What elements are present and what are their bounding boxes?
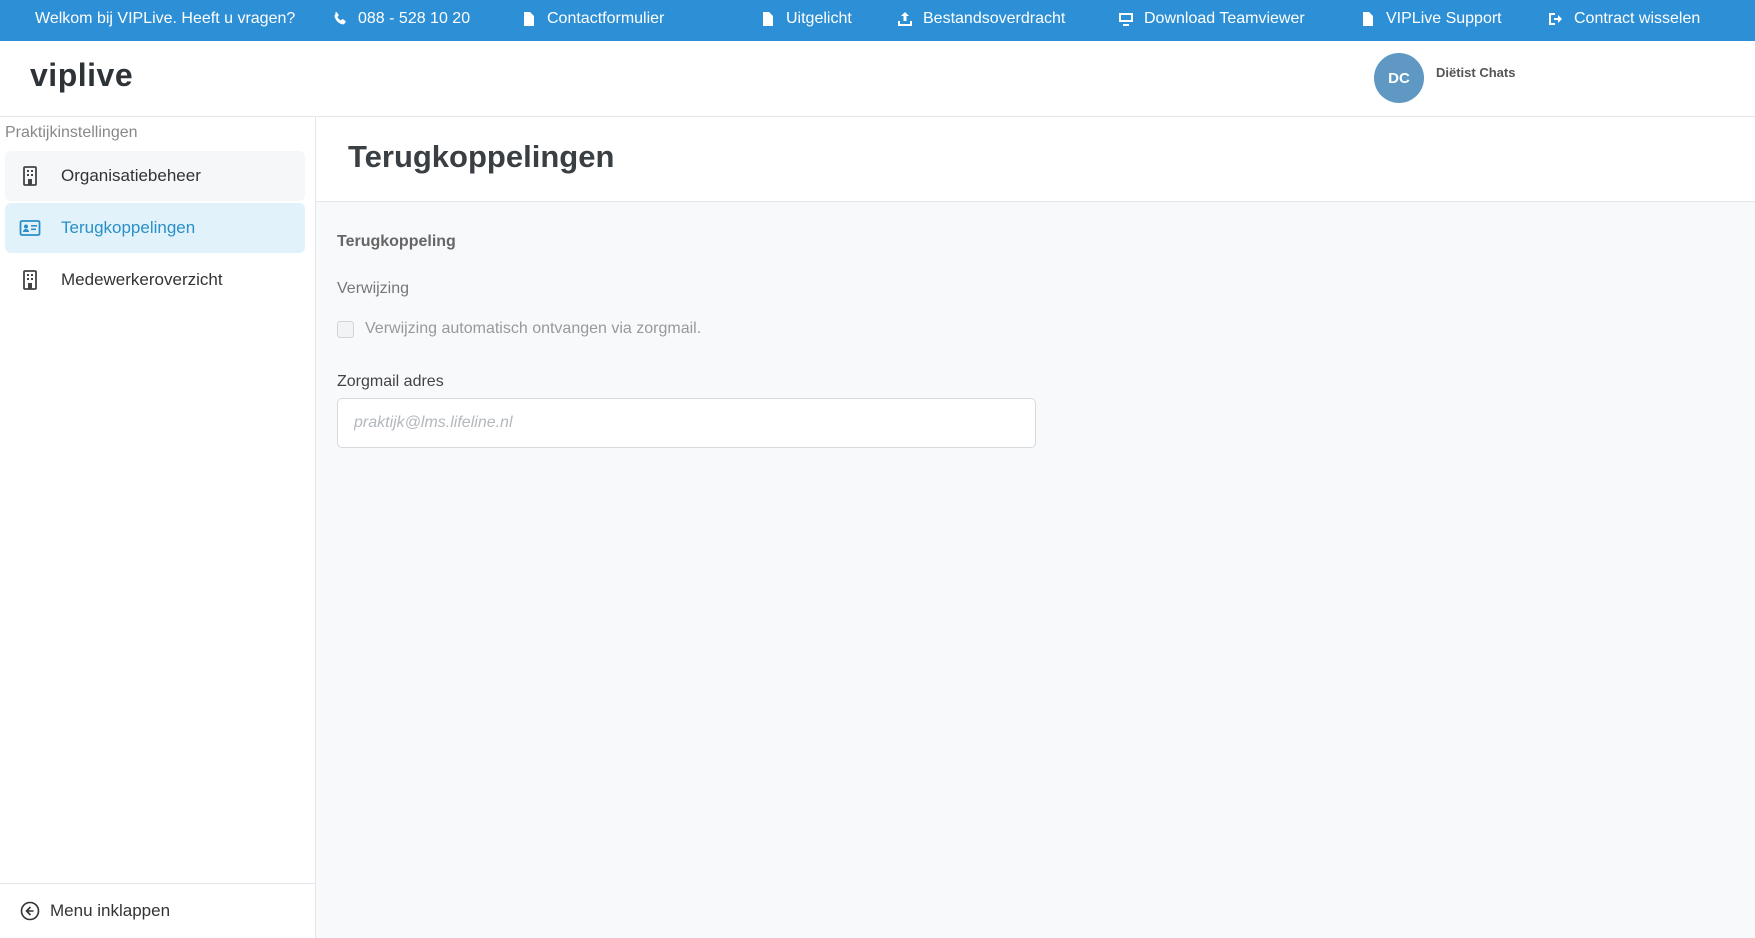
auto-receive-checkbox-row[interactable]: Verwijzing automatisch ontvangen via zor… xyxy=(337,320,701,338)
referral-label: Verwijzing xyxy=(337,280,410,297)
auto-receive-checkbox[interactable] xyxy=(337,320,354,338)
sidebar-item-label: Medewerkeroverzicht xyxy=(61,270,223,289)
sidebar-section-title: Praktijkinstellingen xyxy=(5,124,138,141)
phone-icon xyxy=(334,12,346,25)
arrow-left-circle-icon xyxy=(20,901,40,921)
sign-out-icon xyxy=(1549,13,1562,25)
sidebar-item-medewerkeroverzicht[interactable]: Medewerkeroverzicht xyxy=(5,255,305,305)
top-bar: Welkom bij VIPLive. Heeft u vragen? 088 … xyxy=(0,0,1755,41)
section-title: Terugkoppeling xyxy=(337,233,456,250)
monitor-icon xyxy=(1119,13,1133,26)
phone-link[interactable]: 088 - 528 10 20 xyxy=(332,10,470,28)
main-content: Terugkoppelingen Terugkoppeling Verwijzi… xyxy=(316,117,1755,938)
sidebar-item-label: Organisatiebeheer xyxy=(61,166,201,185)
app-header: viplive DC Diëtist Chats xyxy=(0,41,1755,117)
sidebar-item-organisatiebeheer[interactable]: Organisatiebeheer xyxy=(5,151,305,201)
file-icon xyxy=(1363,12,1373,26)
upload-icon xyxy=(898,12,912,26)
zorgmail-address-input[interactable] xyxy=(337,398,1036,448)
phone-number: 088 - 528 10 20 xyxy=(358,10,471,27)
auto-receive-label: Verwijzing automatisch ontvangen via zor… xyxy=(365,320,702,337)
teamviewer-link[interactable]: Download Teamviewer xyxy=(1118,10,1305,28)
welcome-text: Welkom bij VIPLive. Heeft u vragen? xyxy=(35,10,296,27)
avatar[interactable]: DC xyxy=(1374,53,1424,103)
file-icon xyxy=(524,12,534,26)
switch-contract-link[interactable]: Contract wisselen xyxy=(1548,10,1700,28)
sidebar-item-terugkoppelingen[interactable]: Terugkoppelingen xyxy=(5,203,305,253)
featured-link[interactable]: Uitgelicht xyxy=(760,10,852,28)
file-icon xyxy=(763,12,773,26)
collapse-menu-label: Menu inklappen xyxy=(50,901,171,920)
viplive-logo[interactable]: viplive xyxy=(30,57,133,94)
page-header: Terugkoppelingen xyxy=(316,117,1755,202)
building-icon xyxy=(19,269,41,291)
user-name[interactable]: Diëtist Chats xyxy=(1436,65,1515,80)
page-title: Terugkoppelingen xyxy=(348,139,615,174)
contact-form-link[interactable]: Contactformulier xyxy=(521,10,664,28)
sidebar-item-label: Terugkoppelingen xyxy=(61,218,196,237)
building-icon xyxy=(19,165,41,187)
collapse-menu-button[interactable]: Menu inklappen xyxy=(0,883,315,938)
id-card-icon xyxy=(19,217,41,239)
zorgmail-address-label: Zorgmail adres xyxy=(337,373,444,390)
support-link[interactable]: VIPLive Support xyxy=(1360,10,1502,28)
sidebar: Praktijkinstellingen Organisatiebeheer T… xyxy=(0,117,316,938)
file-transfer-link[interactable]: Bestandsoverdracht xyxy=(897,10,1065,28)
